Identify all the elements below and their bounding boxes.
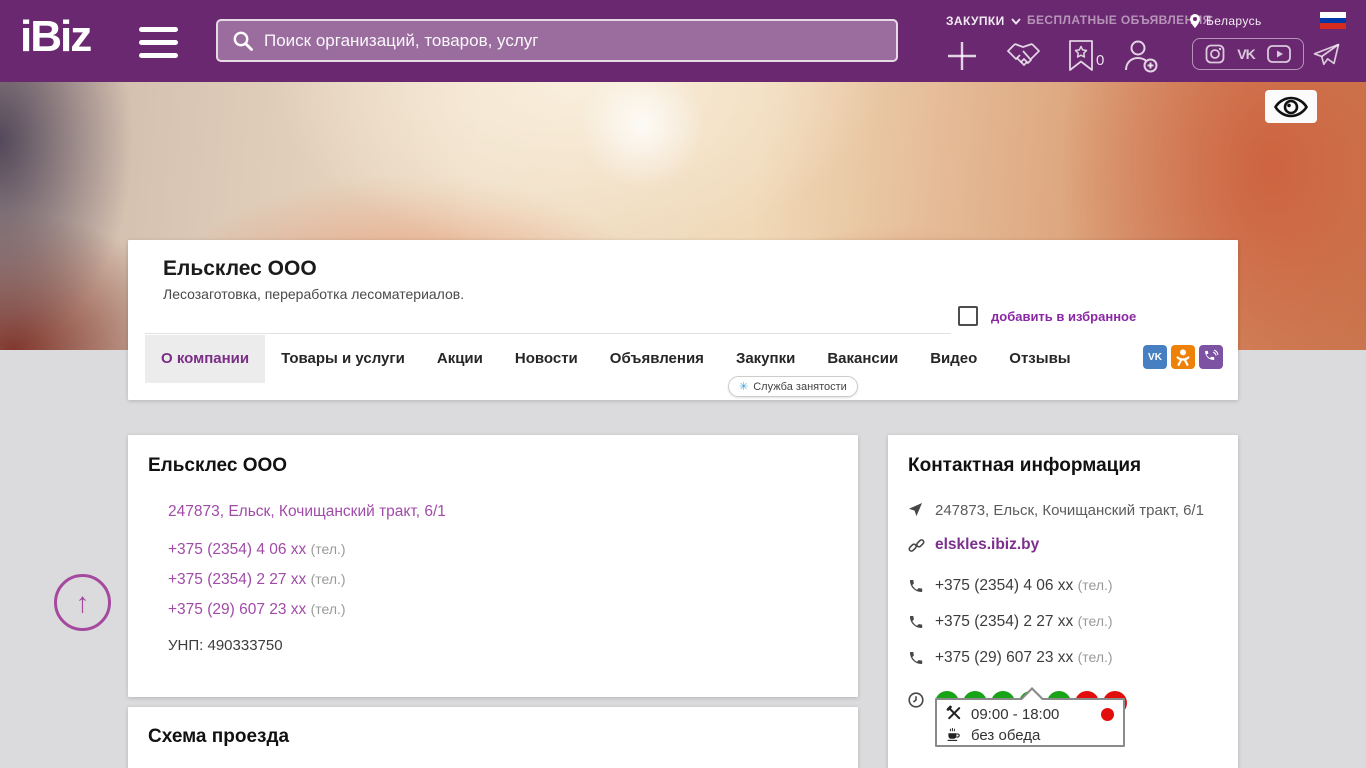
accessibility-eye-button[interactable] <box>1265 90 1317 123</box>
company-title: Ельсклес ООО <box>163 257 317 280</box>
divider <box>145 333 951 334</box>
main-header: iBiz ЗАКУПКИ БЕСПЛАТНЫЕ ОБЪЯВЛЕНИЯ Белар… <box>0 0 1366 82</box>
tab-about[interactable]: О компании <box>145 335 266 383</box>
favorite-checkbox[interactable] <box>958 306 978 326</box>
link-icon <box>908 536 935 559</box>
phone-type-label: (тел.) <box>1077 577 1113 593</box>
add-company-button[interactable] <box>946 40 978 77</box>
about-phone-list: +375 (2354) 4 06 xx (тел.) +375 (2354) 2 … <box>148 541 838 619</box>
tab-video[interactable]: Видео <box>914 335 993 383</box>
phone-number: +375 (2354) 2 27 xx <box>935 613 1074 630</box>
phone-row: +375 (2354) 4 06 xx (тел.) <box>908 577 1218 599</box>
contact-phone-list: +375 (2354) 4 06 xx (тел.) +375 (2354) 2 … <box>908 577 1218 671</box>
company-header-card: Ельсклес ООО Лесозаготовка, переработка … <box>128 240 1238 400</box>
company-unp: УНП: 490333750 <box>168 637 283 654</box>
phone-icon <box>908 577 935 599</box>
phone-number: +375 (2354) 4 06 xx <box>935 577 1074 594</box>
search-icon <box>233 31 253 51</box>
phone-icon <box>908 613 935 635</box>
company-address-link[interactable]: 247873, Ельск, Кочищанский тракт, 6/1 <box>168 503 838 521</box>
region-selector[interactable]: Беларусь <box>1189 13 1262 29</box>
about-card-title: Ельсклес ООО <box>148 455 288 476</box>
map-card-title: Схема проезда <box>148 726 290 747</box>
tab-promos[interactable]: Акции <box>421 335 499 383</box>
search-input[interactable] <box>264 30 882 51</box>
tab-ads[interactable]: Объявления <box>594 335 720 383</box>
chevron-down-icon <box>1010 17 1021 25</box>
hamburger-menu-icon[interactable] <box>139 27 178 58</box>
phone-link[interactable]: +375 (2354) 2 27 xx <box>168 571 306 588</box>
search-bar <box>216 19 898 62</box>
clock-icon <box>908 691 935 713</box>
favorites-count: 0 <box>1096 52 1105 69</box>
favorite-label: добавить в избранное <box>991 308 1137 324</box>
phone-type-label: (тел.) <box>1077 649 1113 665</box>
location-pin-icon <box>1190 14 1200 28</box>
schedule-tooltip: 09:00 - 18:00 без обеда <box>935 687 1125 747</box>
youtube-icon[interactable] <box>1266 45 1291 63</box>
contact-card-title: Контактная информация <box>908 455 1142 476</box>
instagram-icon[interactable] <box>1205 44 1225 64</box>
tab-products[interactable]: Товары и услуги <box>265 335 421 383</box>
phone-number: +375 (29) 607 23 xx <box>935 649 1074 666</box>
map-card: Схема проезда <box>128 707 858 768</box>
phone-link[interactable]: +375 (29) 607 23 xx <box>168 601 306 618</box>
ibiz-logo[interactable]: iBiz <box>20 12 92 62</box>
tab-reviews[interactable]: Отзывы <box>993 335 1086 383</box>
back-to-top-button[interactable]: ↑ <box>54 574 111 631</box>
company-tabs: О компании Товары и услуги Акции Новости Объ… <box>145 335 1087 383</box>
contact-info-card: Контактная информация 247873, Ельск, Коч… <box>888 435 1238 768</box>
phone-type-label: (тел.) <box>310 541 346 557</box>
favorites-bookmark-icon[interactable] <box>1068 39 1094 77</box>
flag-russia-icon[interactable] <box>1320 12 1346 29</box>
company-subtitle: Лесозаготовка, переработка лесоматериало… <box>163 286 465 302</box>
vk-icon[interactable]: VK <box>1237 46 1255 62</box>
phone-type-label: (тел.) <box>310 571 346 587</box>
tab-news[interactable]: Новости <box>499 335 594 383</box>
phone-row: +375 (29) 607 23 xx (тел.) <box>908 649 1218 671</box>
coffee-cup-icon <box>946 726 962 746</box>
navigation-arrow-icon <box>908 501 935 522</box>
phone-row: +375 (2354) 2 27 xx (тел.) <box>168 571 838 589</box>
login-person-icon[interactable] <box>1122 38 1159 79</box>
phone-type-label: (тел.) <box>310 601 346 617</box>
status-dot <box>1101 708 1114 721</box>
arrow-up-icon: ↑ <box>75 586 90 618</box>
phone-icon <box>908 649 935 671</box>
employment-service-badge[interactable]: ✳ Служба занятости <box>728 376 858 397</box>
vk-share-icon[interactable]: VK <box>1143 345 1167 369</box>
phone-row: +375 (2354) 2 27 xx (тел.) <box>908 613 1218 635</box>
handshake-icon[interactable] <box>1005 38 1042 77</box>
eye-icon <box>1274 96 1308 117</box>
add-to-favorites[interactable]: добавить в избранное <box>958 306 1136 326</box>
company-website-link[interactable]: elskles.ibiz.by <box>935 536 1039 554</box>
contact-address: 247873, Ельск, Кочищанский тракт, 6/1 <box>935 502 1204 519</box>
sparkle-icon: ✳ <box>739 381 749 393</box>
nav-purchases[interactable]: ЗАКУПКИ <box>946 13 1021 29</box>
header-social-links: VK <box>1192 38 1304 70</box>
nav-free-ads[interactable]: БЕСПЛАТНЫЕ ОБЪЯВЛЕНИЯ <box>1027 13 1212 29</box>
telegram-icon[interactable] <box>1313 43 1340 72</box>
about-company-card: Ельсклес ООО 247873, Ельск, Кочищанский … <box>128 435 858 697</box>
work-tools-icon <box>946 705 962 725</box>
lunch-info: без обеда <box>971 727 1041 744</box>
odnoklassniki-share-icon[interactable] <box>1171 345 1195 369</box>
phone-row: +375 (2354) 4 06 xx (тел.) <box>168 541 838 559</box>
phone-link[interactable]: +375 (2354) 4 06 xx <box>168 541 306 558</box>
phone-type-label: (тел.) <box>1077 613 1113 629</box>
work-hours: 09:00 - 18:00 <box>971 706 1060 723</box>
viber-share-icon[interactable] <box>1199 345 1223 369</box>
phone-row: +375 (29) 607 23 xx (тел.) <box>168 601 838 619</box>
